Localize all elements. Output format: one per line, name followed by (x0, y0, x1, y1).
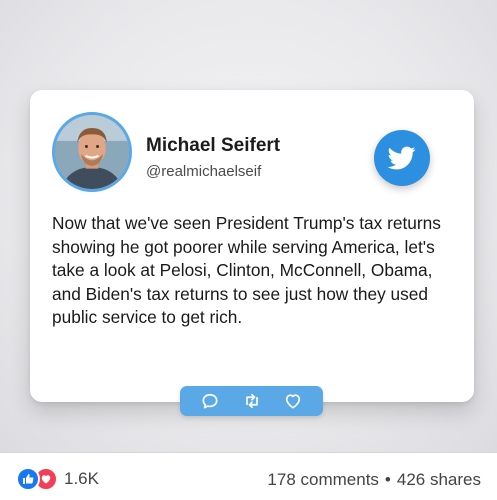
post-footer: 1.6K 178 comments • 426 shares (0, 452, 497, 500)
separator-dot: • (384, 470, 391, 489)
display-name: Michael Seifert (146, 135, 281, 156)
twitter-bird-icon (374, 130, 430, 186)
post-image[interactable]: Michael Seifert @realmichaelseif Now tha… (0, 0, 497, 452)
reactions-summary[interactable]: 1.6K (16, 467, 99, 491)
user-handle: @realmichaelseif (146, 163, 262, 180)
profile-photo (55, 115, 129, 189)
post-stats: 178 comments • 426 shares (267, 470, 481, 490)
reaction-count: 1.6K (64, 469, 99, 488)
shares-count[interactable]: 426 shares (397, 470, 481, 489)
comments-count[interactable]: 178 comments (267, 470, 379, 489)
tweet-text: Now that we've seen President Trump's ta… (52, 213, 441, 328)
tweet-card: Michael Seifert @realmichaelseif Now tha… (30, 90, 474, 402)
avatar (52, 112, 132, 192)
like-icon (16, 467, 40, 491)
like-heart-icon[interactable] (281, 389, 305, 413)
tweet-action-bar (180, 386, 323, 416)
retweet-icon[interactable] (240, 389, 264, 413)
reply-icon[interactable] (198, 389, 222, 413)
